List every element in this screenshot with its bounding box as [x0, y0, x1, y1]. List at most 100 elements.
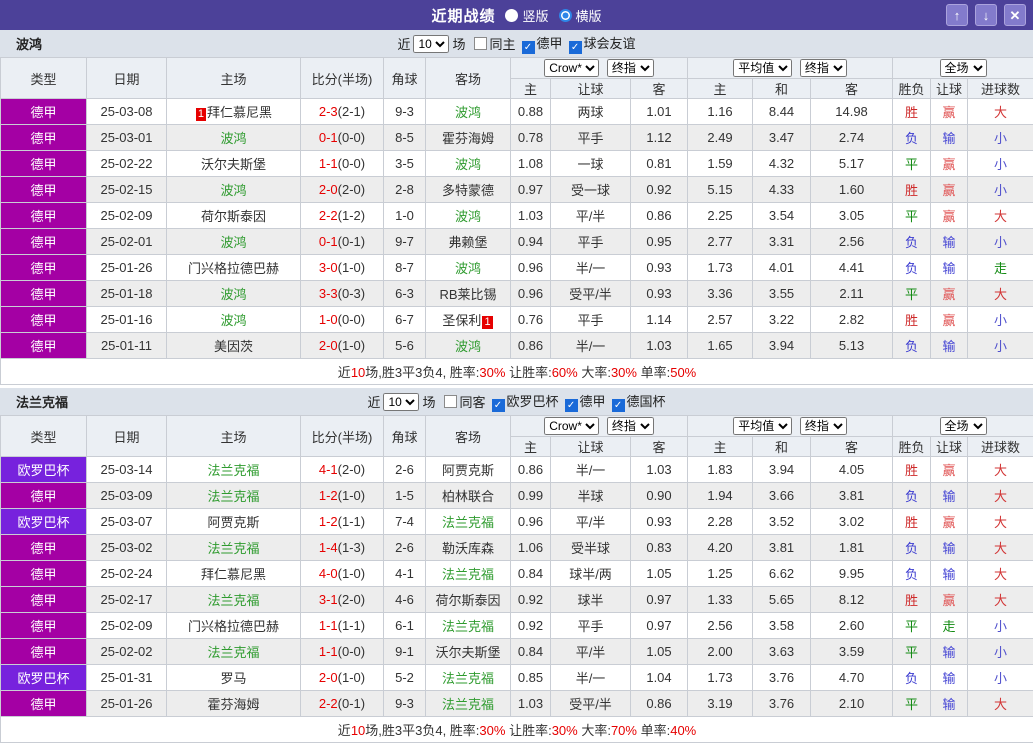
- scope-select[interactable]: 全场: [940, 417, 987, 435]
- cell-odds-away: 1.01: [631, 99, 688, 125]
- radio-icon[interactable]: [505, 9, 518, 22]
- avg-final-select[interactable]: 终指: [800, 417, 847, 435]
- same-venue-checkbox[interactable]: [444, 395, 457, 408]
- radio-checked-icon[interactable]: [559, 9, 572, 22]
- cell-avg-home: 5.15: [688, 177, 753, 203]
- cell-away-team: 波鸿: [426, 255, 511, 281]
- cell-score: 2-2(1-2): [301, 203, 384, 229]
- away-team-name: 法兰克福: [442, 515, 494, 530]
- scroll-up-button[interactable]: ↑: [946, 4, 968, 26]
- same-venue-checkbox[interactable]: [474, 37, 487, 50]
- cell-score: 3-1(2-0): [301, 587, 384, 613]
- cell-result-outcome: 胜: [893, 457, 931, 483]
- scroll-down-button[interactable]: ↓: [975, 4, 997, 26]
- team-name: 波鸿: [16, 34, 42, 53]
- fulltime-score: 4-0: [319, 566, 338, 581]
- fulltime-score: 0-1: [319, 234, 338, 249]
- cell-result-outcome: 平: [893, 613, 931, 639]
- cell-avg-draw: 3.81: [753, 535, 811, 561]
- close-button[interactable]: ✕: [1004, 4, 1026, 26]
- filter-bar: 法兰克福 近 10 场 同客 ✓欧罗巴杯✓德甲✓德国杯: [0, 388, 1033, 415]
- cell-corner: 4-1: [384, 561, 426, 587]
- col-header-league: 类型: [1, 416, 87, 457]
- odds-final-select[interactable]: 终指: [607, 417, 654, 435]
- cell-avg-draw: 3.22: [753, 307, 811, 333]
- away-team-name: 波鸿: [455, 339, 481, 354]
- cell-home-team: 法兰克福: [167, 483, 301, 509]
- cell-result-outcome: 负: [893, 665, 931, 691]
- cell-away-team: 弗赖堡: [426, 229, 511, 255]
- cell-result-goals: 大: [968, 457, 1033, 483]
- fulltime-score: 3-3: [319, 286, 338, 301]
- summary-segment: 场,胜3平3负4, 胜率:: [365, 365, 479, 380]
- col-header-handicap-result: 让球: [931, 79, 968, 99]
- col-header-score: 比分(半场): [301, 416, 384, 457]
- odds-final-select[interactable]: 终指: [607, 59, 654, 77]
- away-team-name: 波鸿: [455, 209, 481, 224]
- cell-odds-home: 1.08: [511, 151, 551, 177]
- cell-result-outcome: 胜: [893, 587, 931, 613]
- cell-corner: 3-5: [384, 151, 426, 177]
- cell-score: 2-0(1-0): [301, 333, 384, 359]
- league-checkbox[interactable]: ✓: [612, 399, 625, 412]
- league-checkbox[interactable]: ✓: [565, 399, 578, 412]
- titlebar: 近期战绩 竖版 横版 ↑ ↓ ✕: [0, 0, 1033, 30]
- match-row: 欧罗巴杯25-03-14法兰克福4-1(2-0)2-6阿贾克斯0.86半/一1.…: [1, 457, 1033, 483]
- avg-select[interactable]: 平均值: [733, 417, 792, 435]
- cell-home-team: 波鸿: [167, 177, 301, 203]
- cell-result-outcome: 负: [893, 333, 931, 359]
- layout-radio-vertical[interactable]: 竖版: [505, 6, 548, 25]
- cell-avg-draw: 3.54: [753, 203, 811, 229]
- cell-avg-draw: 8.44: [753, 99, 811, 125]
- cell-result-goals: 大: [968, 561, 1033, 587]
- cell-avg-home: 2.25: [688, 203, 753, 229]
- cell-corner: 7-4: [384, 509, 426, 535]
- cell-handicap-line: 半/一: [551, 255, 631, 281]
- cell-score: 2-2(0-1): [301, 691, 384, 717]
- home-team-name: 门兴格拉德巴赫: [188, 619, 279, 634]
- cell-avg-draw: 3.76: [753, 665, 811, 691]
- cell-handicap-line: 半/一: [551, 333, 631, 359]
- cell-avg-draw: 3.52: [753, 509, 811, 535]
- cell-avg-home: 1.73: [688, 665, 753, 691]
- avg-select[interactable]: 平均值: [733, 59, 792, 77]
- avg-final-select[interactable]: 终指: [800, 59, 847, 77]
- fulltime-score: 2-3: [319, 104, 338, 119]
- cell-handicap-line: 平手: [551, 229, 631, 255]
- window-buttons: ↑ ↓ ✕: [946, 4, 1026, 26]
- cell-result-handicap: 赢: [931, 281, 968, 307]
- odds-provider-select[interactable]: Crow*: [544, 417, 599, 435]
- match-count-select[interactable]: 10: [383, 393, 419, 411]
- cell-result-outcome: 负: [893, 561, 931, 587]
- home-team-name: 拜仁慕尼黑: [207, 105, 272, 120]
- match-count-select[interactable]: 10: [413, 35, 449, 53]
- cell-away-team: 荷尔斯泰因: [426, 587, 511, 613]
- cell-handicap-line: 受一球: [551, 177, 631, 203]
- filter-recent-label: 近: [367, 392, 380, 411]
- odds-provider-select[interactable]: Crow*: [544, 59, 599, 77]
- league-checkbox[interactable]: ✓: [569, 41, 582, 54]
- scope-header-cell: 全场: [893, 58, 1033, 79]
- cell-odds-home: 0.76: [511, 307, 551, 333]
- league-checkbox[interactable]: ✓: [492, 399, 505, 412]
- summary-segment: 让胜率:: [505, 723, 551, 738]
- fulltime-score: 2-2: [319, 208, 338, 223]
- cell-avg-home: 3.36: [688, 281, 753, 307]
- cell-corner: 2-8: [384, 177, 426, 203]
- summary-segment: 让胜率:: [505, 365, 551, 380]
- cell-odds-away: 0.92: [631, 177, 688, 203]
- cell-score: 2-3(2-1): [301, 99, 384, 125]
- col-header-corner: 角球: [384, 58, 426, 99]
- scope-select[interactable]: 全场: [940, 59, 987, 77]
- cell-result-goals: 大: [968, 281, 1033, 307]
- league-checkbox[interactable]: ✓: [522, 41, 535, 54]
- summary-segment: 30%: [552, 723, 578, 738]
- cell-away-team: 阿贾克斯: [426, 457, 511, 483]
- cell-avg-away: 5.13: [811, 333, 893, 359]
- cell-handicap-line: 半球: [551, 483, 631, 509]
- cell-handicap-line: 平/半: [551, 203, 631, 229]
- col-header-handicap: 让球: [551, 79, 631, 99]
- cell-date: 25-01-31: [87, 665, 167, 691]
- layout-radio-horizontal[interactable]: 横版: [559, 6, 602, 25]
- away-team-name: 霍芬海姆: [442, 131, 494, 146]
